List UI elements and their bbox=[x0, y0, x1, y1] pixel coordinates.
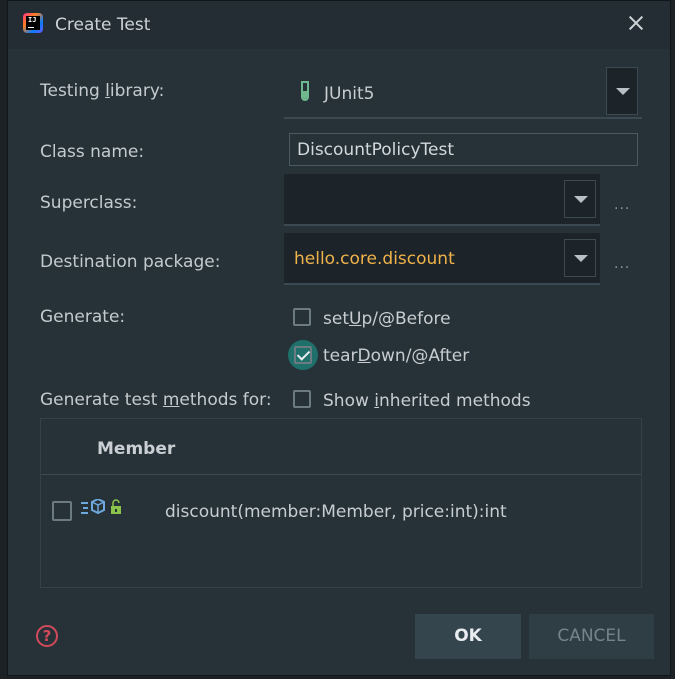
destination-package-dropdown-button[interactable] bbox=[564, 239, 596, 277]
cancel-button[interactable]: CANCEL bbox=[529, 614, 654, 659]
close-icon[interactable] bbox=[626, 13, 646, 33]
table-row[interactable]: discount(member:Member, price:int):int bbox=[41, 475, 641, 522]
superclass-label: Superclass: bbox=[40, 193, 138, 213]
ok-button[interactable]: OK bbox=[415, 614, 521, 659]
destination-package-label: Destination package: bbox=[40, 252, 221, 272]
class-name-label: Class name: bbox=[40, 142, 145, 162]
testing-library-label: Testing library: bbox=[40, 81, 165, 101]
teardown-label[interactable]: tearDown/@After bbox=[323, 346, 469, 366]
junit-flask-icon bbox=[301, 81, 309, 101]
show-inherited-label[interactable]: Show inherited methods bbox=[323, 391, 531, 411]
teardown-checkbox[interactable] bbox=[288, 340, 318, 370]
show-inherited-checkbox[interactable] bbox=[293, 390, 311, 408]
superclass-combo[interactable] bbox=[284, 174, 600, 226]
member-column-header[interactable]: Member bbox=[97, 439, 175, 459]
member-row-checkbox[interactable] bbox=[52, 501, 72, 521]
check-icon bbox=[294, 346, 312, 364]
testing-library-dropdown-button[interactable] bbox=[606, 67, 638, 115]
testing-library-value: JUnit5 bbox=[324, 84, 375, 104]
help-icon[interactable]: ? bbox=[36, 625, 58, 647]
table-header: Member bbox=[41, 419, 641, 475]
testing-library-combo[interactable]: JUnit5 bbox=[284, 67, 642, 119]
intellij-app-icon: IJ bbox=[23, 13, 43, 33]
member-signature: discount(member:Member, price:int):int bbox=[165, 502, 507, 522]
generate-methods-label: Generate test methods for: bbox=[40, 390, 272, 410]
superclass-browse-button[interactable]: ... bbox=[614, 197, 630, 213]
setup-checkbox[interactable] bbox=[293, 308, 311, 326]
setup-label[interactable]: setUp/@Before bbox=[323, 309, 451, 329]
members-table: Member discount(member:Member, price:int… bbox=[40, 418, 642, 588]
method-icon bbox=[81, 499, 121, 515]
superclass-dropdown-button[interactable] bbox=[564, 180, 596, 218]
create-test-dialog: IJ Create Test Testing library: JUnit5 C… bbox=[7, 0, 671, 676]
class-name-input[interactable]: DiscountPolicyTest bbox=[289, 133, 638, 166]
destination-package-browse-button[interactable]: ... bbox=[614, 256, 630, 272]
destination-package-value: hello.core.discount bbox=[294, 249, 455, 269]
title-bar: IJ Create Test bbox=[8, 1, 670, 49]
destination-package-combo[interactable]: hello.core.discount bbox=[284, 233, 600, 285]
dialog-title: Create Test bbox=[55, 15, 151, 35]
generate-label: Generate: bbox=[40, 307, 126, 327]
